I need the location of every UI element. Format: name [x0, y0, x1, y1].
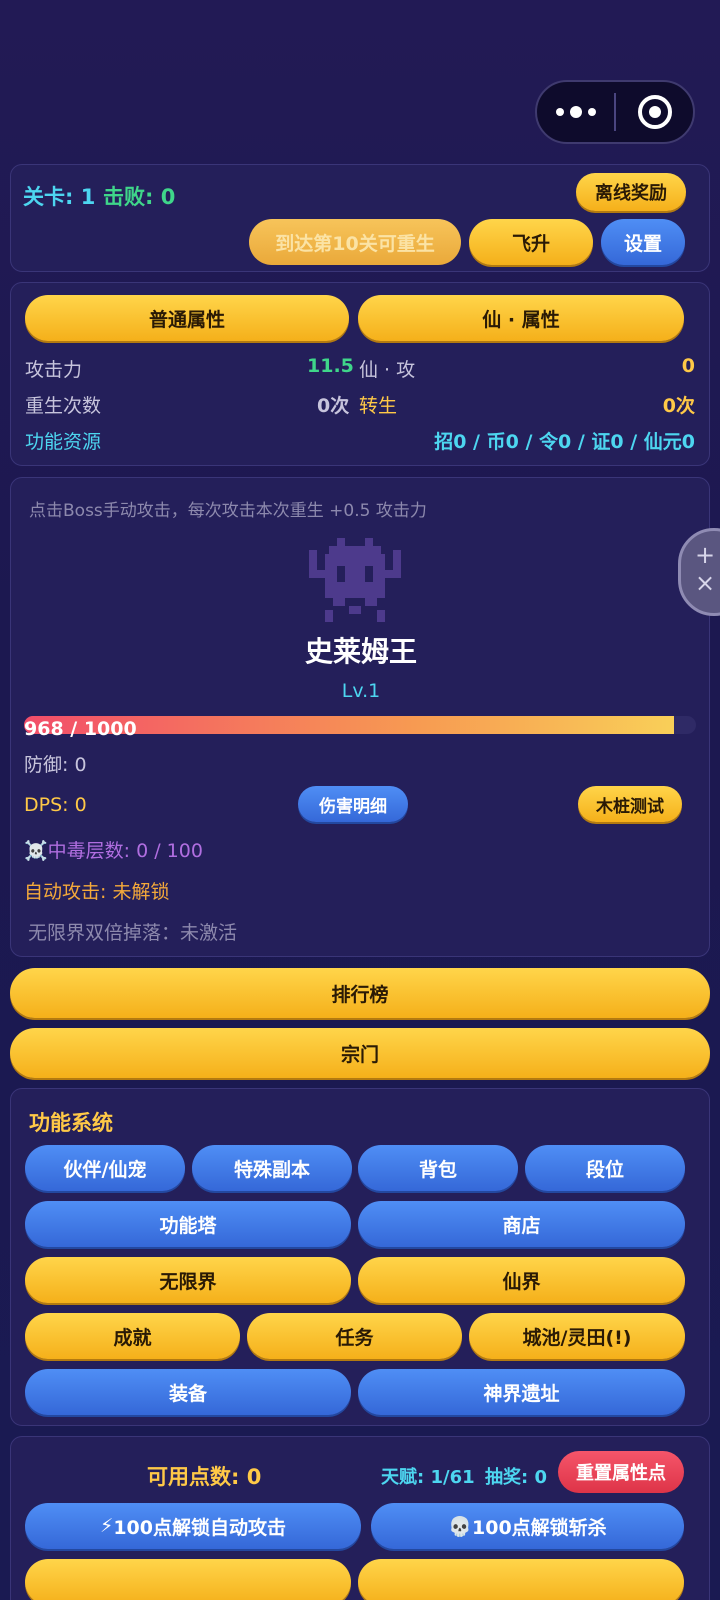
dummy-test-button[interactable]: 木桩测试: [578, 786, 682, 822]
resources-label: 功能资源: [25, 431, 102, 453]
backpack-button[interactable]: 背包: [358, 1145, 518, 1191]
rebirth-count-label: 重生次数: [25, 395, 102, 417]
close-icon: ×: [695, 569, 716, 597]
plus-icon: +: [695, 541, 716, 569]
poison-stacks: ☠️中毒层数: 0 / 100: [24, 836, 203, 863]
defeat-count: 击败: 0: [103, 185, 176, 209]
boss-level: Lv.1: [341, 680, 381, 702]
points-card: 可用点数: 0 天赋: 1/61 抽奖: 0 重置属性点 ⚡ 100点解锁自动攻击…: [10, 1436, 710, 1600]
points-extra-button-left[interactable]: [25, 1559, 351, 1600]
dps-value: DPS: 0: [24, 794, 87, 816]
boss-hint: 点击Boss手动攻击，每次攻击本次重生 +0.5 攻击力: [29, 501, 427, 521]
tab-immortal-attributes[interactable]: 仙 · 属性: [358, 295, 684, 341]
unlock-auto-attack-button[interactable]: ⚡ 100点解锁自动攻击: [25, 1503, 361, 1549]
double-drop-status: 无限界双倍掉落：未激活: [28, 922, 238, 944]
points-extra-button-right[interactable]: [358, 1559, 684, 1600]
reincarnation-label: 转生: [359, 395, 398, 417]
miniprogram-capsule: [535, 80, 695, 144]
reset-attribute-points-button[interactable]: 重置属性点: [558, 1451, 684, 1493]
attack-value: 11.5: [307, 355, 354, 377]
lottery-count: 抽奖: 0: [485, 1467, 547, 1488]
skull-crossbones-icon: ☠️: [24, 840, 48, 862]
equipment-button[interactable]: 装备: [25, 1369, 351, 1415]
game-screen: 关卡: 1 击败: 0 离线奖励 到达第10关可重生 飞升 设置 普通属性 仙 …: [0, 0, 720, 1600]
sect-button[interactable]: 宗门: [10, 1028, 710, 1078]
ascend-button[interactable]: 飞升: [469, 219, 593, 265]
immortal-realm-button[interactable]: 仙界: [358, 1257, 685, 1303]
ranking-button[interactable]: 排行榜: [10, 968, 710, 1018]
reincarnation-value: 0次: [662, 395, 695, 417]
function-systems-card: 功能系统 伙伴/仙宠 特殊副本 背包 段位 功能塔 商店 无限界 仙界 成就 任…: [10, 1088, 710, 1426]
target-icon: [637, 95, 672, 129]
achievement-button[interactable]: 成就: [25, 1313, 240, 1359]
boss-hp-text: 968 / 1000: [24, 718, 137, 740]
city-field-button[interactable]: 城池/灵田(!): [469, 1313, 685, 1359]
more-menu-button[interactable]: [537, 82, 614, 142]
special-dungeon-button[interactable]: 特殊副本: [192, 1145, 352, 1191]
attributes-card: 普通属性 仙 · 属性 攻击力 11.5 仙 · 攻 0 重生次数 0次 转生 …: [10, 282, 710, 466]
skull-icon: 💀: [448, 1515, 472, 1538]
poison-stacks-text: 中毒层数: 0 / 100: [47, 840, 203, 862]
resources-value: 招0 / 币0 / 令0 / 证0 / 仙元0: [434, 431, 695, 453]
divine-ruins-button[interactable]: 神界遗址: [358, 1369, 685, 1415]
offline-reward-button[interactable]: 离线奖励: [576, 173, 686, 211]
unlock-auto-attack-label: 100点解锁自动攻击: [113, 1516, 286, 1539]
task-button[interactable]: 任务: [247, 1313, 462, 1359]
tab-normal-attributes[interactable]: 普通属性: [25, 295, 349, 341]
slime-boss-icon[interactable]: [309, 538, 401, 622]
more-dots-icon: [555, 106, 596, 118]
function-tower-button[interactable]: 功能塔: [25, 1201, 351, 1247]
damage-detail-button[interactable]: 伤害明细: [298, 786, 408, 822]
immortal-attack-value: 0: [681, 355, 695, 377]
settings-button[interactable]: 设置: [601, 219, 685, 265]
talent-count: 天赋: 1/61: [381, 1467, 475, 1488]
boss-name: 史莱姆王: [304, 635, 417, 668]
rebirth-button[interactable]: 到达第10关可重生: [249, 219, 461, 265]
close-miniprogram-button[interactable]: [616, 82, 693, 142]
infinite-realm-button[interactable]: 无限界: [25, 1257, 351, 1303]
function-systems-title: 功能系统: [29, 1111, 113, 1135]
rebirth-count-value: 0次: [317, 395, 350, 417]
available-points: 可用点数: 0: [147, 1465, 262, 1489]
lightning-icon: ⚡: [99, 1515, 114, 1537]
stage-card: 关卡: 1 击败: 0 离线奖励 到达第10关可重生 飞升 设置: [10, 164, 710, 272]
shop-button[interactable]: 商店: [358, 1201, 685, 1247]
partner-pet-button[interactable]: 伙伴/仙宠: [25, 1145, 185, 1191]
stage-label: 关卡: 1: [23, 185, 96, 209]
unlock-execute-button[interactable]: 💀 100点解锁斩杀: [371, 1503, 684, 1549]
unlock-execute-label: 100点解锁斩杀: [472, 1516, 607, 1539]
auto-attack-status: 自动攻击: 未解锁: [24, 881, 170, 903]
rank-button[interactable]: 段位: [525, 1145, 685, 1191]
boss-defense: 防御: 0: [24, 754, 87, 776]
immortal-attack-label: 仙 · 攻: [359, 359, 416, 381]
attack-label: 攻击力: [25, 359, 83, 381]
